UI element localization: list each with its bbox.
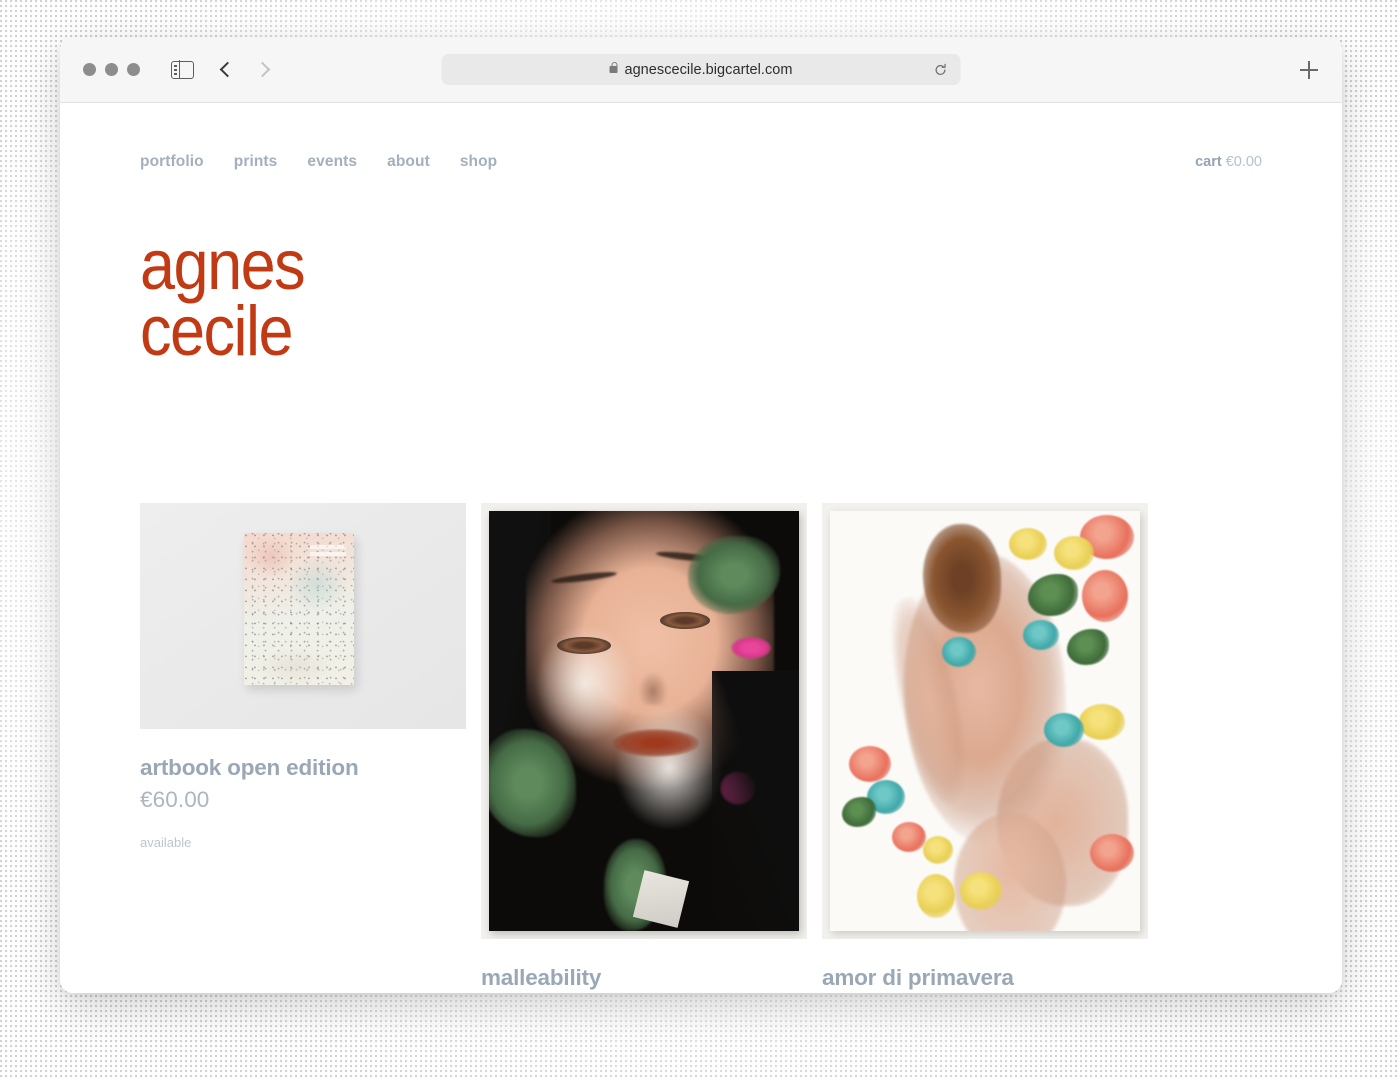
cart-label: cart — [1195, 154, 1222, 170]
artbook-cover — [244, 533, 354, 685]
artbook-cover-title — [310, 543, 346, 560]
window-controls — [83, 63, 140, 76]
painting-canvas — [830, 511, 1140, 931]
product-image-amor-di-primavera[interactable] — [822, 503, 1148, 939]
artwork-artbook — [140, 503, 466, 729]
chevron-right-icon — [254, 61, 271, 78]
product-card[interactable]: artbook open edition €60.00 available — [140, 503, 466, 850]
product-title: artbook open edition — [140, 755, 359, 780]
artwork-amor-di-primavera — [822, 503, 1148, 939]
product-price: €60.00 — [140, 787, 210, 812]
navigation-arrows — [219, 61, 271, 78]
product-card[interactable]: amor di primavera €1,600.00 available — [822, 503, 1148, 993]
product-image-artbook[interactable] — [140, 503, 466, 729]
maximize-button[interactable] — [127, 63, 140, 76]
address-bar[interactable]: agnescecile.bigcartel.com — [441, 54, 961, 85]
nav-item-about[interactable]: about — [387, 153, 430, 171]
browser-toolbar: agnescecile.bigcartel.com — [60, 37, 1342, 103]
close-button[interactable] — [83, 63, 96, 76]
product-meta: amor di primavera €1,600.00 available — [822, 939, 1148, 993]
site-logo[interactable]: agnes cecile — [140, 226, 1262, 371]
nav-item-shop[interactable]: shop — [460, 153, 497, 171]
product-card[interactable]: malleability €1,600.00 available — [481, 503, 807, 993]
product-title: malleability — [481, 965, 602, 990]
product-status: available — [140, 835, 192, 850]
reload-icon[interactable] — [934, 63, 948, 77]
minimize-button[interactable] — [105, 63, 118, 76]
product-image-malleability[interactable] — [481, 503, 807, 939]
product-meta: artbook open edition €60.00 available — [140, 729, 466, 850]
chevron-left-icon[interactable] — [219, 61, 236, 78]
nav-item-events[interactable]: events — [307, 153, 357, 171]
url-text: agnescecile.bigcartel.com — [624, 61, 793, 78]
logo-line-1: agnes — [140, 226, 306, 305]
lock-icon — [609, 62, 618, 73]
artwork-malleability — [481, 503, 807, 939]
logo-line-2: cecile — [140, 291, 294, 371]
cart-amount: €0.00 — [1225, 154, 1262, 170]
product-title: amor di primavera — [822, 965, 1014, 990]
sidebar-toggle-icon[interactable] — [171, 59, 194, 80]
nav-item-prints[interactable]: prints — [234, 153, 278, 171]
cart-link[interactable]: cart €0.00 — [1195, 154, 1262, 170]
product-grid: artbook open edition €60.00 available ma… — [140, 503, 1262, 993]
browser-window: agnescecile.bigcartel.com portfolio prin… — [60, 37, 1342, 993]
site-navigation: portfolio prints events about shop cart … — [140, 103, 1262, 171]
new-tab-button[interactable] — [1300, 60, 1318, 79]
painting-canvas — [489, 511, 799, 931]
page-content: portfolio prints events about shop cart … — [60, 103, 1342, 993]
nav-item-portfolio[interactable]: portfolio — [140, 153, 204, 171]
product-meta: malleability €1,600.00 available — [481, 939, 807, 993]
